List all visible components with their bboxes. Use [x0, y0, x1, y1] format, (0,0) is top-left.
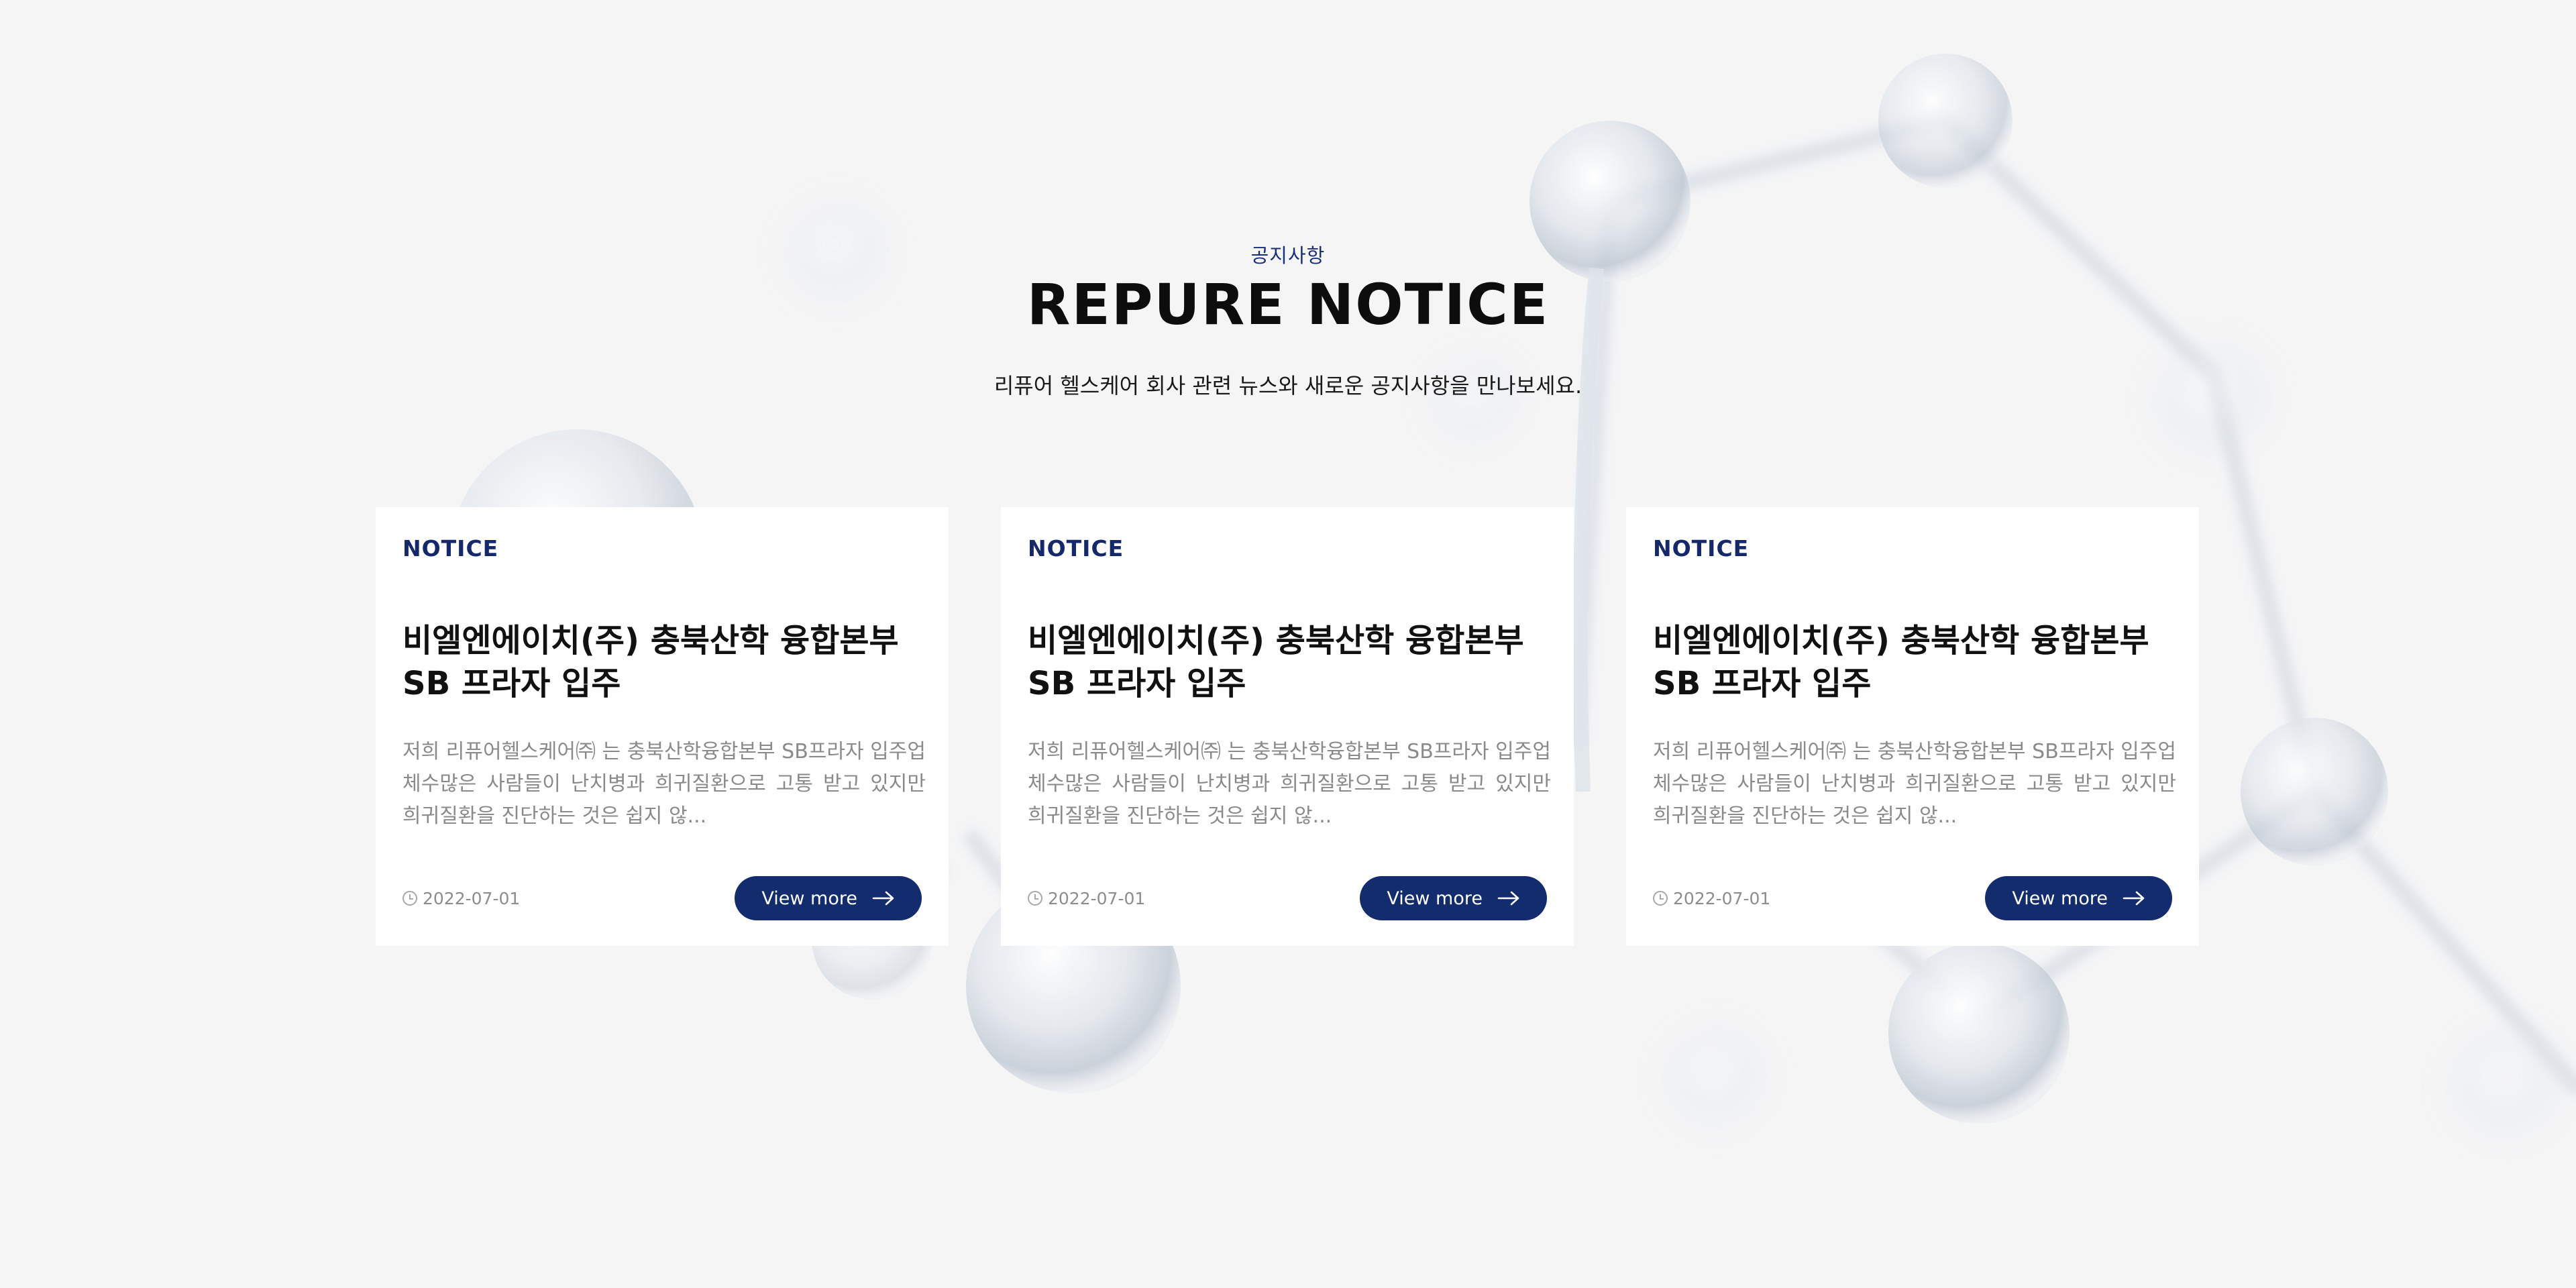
notice-section: 공지사항 REPURE NOTICE 리퓨어 헬스케어 회사 관련 뉴스와 새로…	[0, 0, 2576, 1288]
view-more-button[interactable]: View more	[735, 876, 922, 920]
card-tag: NOTICE	[402, 535, 499, 561]
card-date: 2022-07-01	[402, 889, 520, 908]
card-date-text: 2022-07-01	[1048, 888, 1146, 908]
notice-card[interactable]: NOTICE 비엘엔에이치(주) 충북산학 융합본부 SB 프라자 입주 저희 …	[1001, 507, 1574, 946]
section-eyebrow: 공지사항	[1250, 244, 1326, 267]
card-footer: 2022-07-01 View more	[1028, 876, 1547, 920]
notice-card-list: NOTICE 비엘엔에이치(주) 충북산학 융합본부 SB 프라자 입주 저희 …	[376, 507, 2199, 946]
notice-card[interactable]: NOTICE 비엘엔에이치(주) 충북산학 융합본부 SB 프라자 입주 저희 …	[376, 507, 949, 946]
card-date: 2022-07-01	[1653, 889, 1770, 908]
card-footer: 2022-07-01 View more	[1653, 876, 2172, 920]
card-footer: 2022-07-01 View more	[402, 876, 922, 920]
arrow-right-icon	[2123, 891, 2145, 906]
card-title[interactable]: 비엘엔에이치(주) 충북산학 융합본부 SB 프라자 입주	[1653, 619, 2176, 705]
card-date: 2022-07-01	[1028, 889, 1145, 908]
section-subtitle: 리퓨어 헬스케어 회사 관련 뉴스와 새로운 공지사항을 만나보세요.	[994, 373, 1582, 398]
clock-icon	[1653, 891, 1668, 906]
arrow-right-icon	[872, 891, 894, 906]
view-more-label: View more	[1387, 888, 1483, 909]
card-title[interactable]: 비엘엔에이치(주) 충북산학 융합본부 SB 프라자 입주	[1028, 619, 1551, 705]
card-excerpt: 저희 리퓨어헬스케어㈜ 는 충북산학융합본부 SB프라자 입주업체수많은 사람들…	[402, 740, 926, 828]
card-tag: NOTICE	[1653, 535, 1750, 561]
section-title: REPURE NOTICE	[1026, 272, 1550, 337]
clock-icon	[402, 891, 417, 906]
card-date-text: 2022-07-01	[1673, 888, 1771, 908]
card-title[interactable]: 비엘엔에이치(주) 충북산학 융합본부 SB 프라자 입주	[402, 619, 926, 705]
clock-icon	[1028, 891, 1042, 906]
card-excerpt: 저희 리퓨어헬스케어㈜ 는 충북산학융합본부 SB프라자 입주업체수많은 사람들…	[1653, 740, 2176, 828]
arrow-right-icon	[1497, 891, 1519, 906]
view-more-button[interactable]: View more	[1360, 876, 1547, 920]
view-more-label: View more	[2012, 888, 2108, 909]
card-excerpt: 저희 리퓨어헬스케어㈜ 는 충북산학융합본부 SB프라자 입주업체수많은 사람들…	[1028, 740, 1551, 828]
view-more-label: View more	[761, 888, 857, 909]
view-more-button[interactable]: View more	[1985, 876, 2172, 920]
card-tag: NOTICE	[1028, 535, 1124, 561]
notice-card[interactable]: NOTICE 비엘엔에이치(주) 충북산학 융합본부 SB 프라자 입주 저희 …	[1626, 507, 2199, 946]
card-date-text: 2022-07-01	[423, 888, 521, 908]
